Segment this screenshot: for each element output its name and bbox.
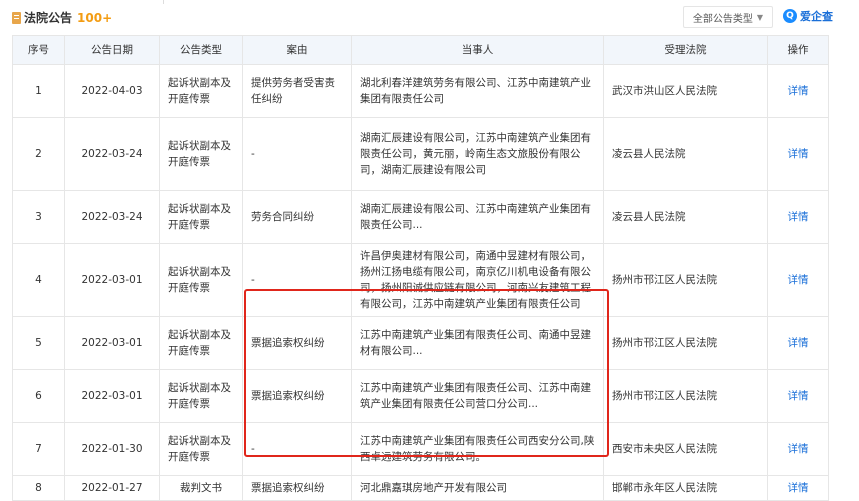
row-court: 凌云县人民法院 <box>603 117 768 191</box>
table-header-row: 序号 公告日期 公告类型 案由 当事人 受理法院 操作 <box>12 35 829 65</box>
row-cause: 劳务合同纠纷 <box>242 190 352 244</box>
table-row: 4 2022-03-01 起诉状副本及开庭传票 - 许昌伊奥建材有限公司，南通中… <box>12 243 829 317</box>
row-no: 8 <box>12 475 65 501</box>
row-parties: 许昌伊奥建材有限公司，南通中昱建材有限公司，扬州江扬电缆有限公司，南京亿川机电设… <box>351 243 604 317</box>
detail-link[interactable]: 详情 <box>767 243 829 317</box>
row-no: 7 <box>12 422 65 476</box>
row-type: 起诉状副本及开庭传票 <box>159 117 243 191</box>
brand-logo: Q 爱企查 <box>783 8 833 24</box>
row-date: 2022-03-01 <box>64 369 160 423</box>
row-cause: - <box>242 422 352 476</box>
row-no: 6 <box>12 369 65 423</box>
row-parties: 江苏中南建筑产业集团有限责任公司、南通中昱建材有限公司... <box>351 316 604 370</box>
row-type: 起诉状副本及开庭传票 <box>159 422 243 476</box>
row-type: 起诉状副本及开庭传票 <box>159 369 243 423</box>
detail-link[interactable]: 详情 <box>767 64 829 118</box>
row-type: 起诉状副本及开庭传票 <box>159 243 243 317</box>
col-header-court: 受理法院 <box>603 35 768 65</box>
row-type: 起诉状副本及开庭传票 <box>159 190 243 244</box>
q-logo-icon: Q <box>783 9 797 23</box>
row-type: 起诉状副本及开庭传票 <box>159 64 243 118</box>
table-row: 2 2022-03-24 起诉状副本及开庭传票 - 湖南汇辰建设有限公司，江苏中… <box>12 117 829 191</box>
row-date: 2022-04-03 <box>64 64 160 118</box>
row-cause: 票据追索权纠纷 <box>242 475 352 501</box>
table-row: 3 2022-03-24 起诉状副本及开庭传票 劳务合同纠纷 湖南汇辰建设有限公… <box>12 190 829 244</box>
row-court: 邯郸市永年区人民法院 <box>603 475 768 501</box>
row-date: 2022-03-01 <box>64 316 160 370</box>
row-court: 扬州市邗江区人民法院 <box>603 243 768 317</box>
row-no: 1 <box>12 64 65 118</box>
table-row: 5 2022-03-01 起诉状副本及开庭传票 票据追索权纠纷 江苏中南建筑产业… <box>12 316 829 370</box>
row-court: 凌云县人民法院 <box>603 190 768 244</box>
col-header-cause: 案由 <box>242 35 352 65</box>
row-date: 2022-01-30 <box>64 422 160 476</box>
table-row: 8 2022-01-27 裁判文书 票据追索权纠纷 河北鼎嘉琪房地产开发有限公司… <box>12 475 829 501</box>
row-court: 扬州市邗江区人民法院 <box>603 369 768 423</box>
row-no: 5 <box>12 316 65 370</box>
table-row: 7 2022-01-30 起诉状副本及开庭传票 - 江苏中南建筑产业集团有限责任… <box>12 422 829 476</box>
row-no: 3 <box>12 190 65 244</box>
detail-link[interactable]: 详情 <box>767 422 829 476</box>
col-header-parties: 当事人 <box>351 35 604 65</box>
document-icon <box>12 11 21 24</box>
section-title: 法院公告 100+ <box>12 9 112 26</box>
col-header-type: 公告类型 <box>159 35 243 65</box>
col-header-action: 操作 <box>767 35 829 65</box>
row-date: 2022-03-24 <box>64 117 160 191</box>
row-date: 2022-01-27 <box>64 475 160 501</box>
court-announcement-table: 序号 公告日期 公告类型 案由 当事人 受理法院 操作 1 2022-04-03… <box>12 35 829 501</box>
row-cause: 提供劳务者受害责任纠纷 <box>242 64 352 118</box>
row-no: 4 <box>12 243 65 317</box>
divider <box>163 0 164 4</box>
row-cause: 票据追索权纠纷 <box>242 316 352 370</box>
detail-link[interactable]: 详情 <box>767 316 829 370</box>
detail-link[interactable]: 详情 <box>767 117 829 191</box>
row-type: 起诉状副本及开庭传票 <box>159 316 243 370</box>
row-cause: 票据追索权纠纷 <box>242 369 352 423</box>
table-row: 1 2022-04-03 起诉状副本及开庭传票 提供劳务者受害责任纠纷 湖北利春… <box>12 64 829 118</box>
type-select-value: 全部公告类型 <box>692 13 753 25</box>
table-row: 6 2022-03-01 起诉状副本及开庭传票 票据追索权纠纷 江苏中南建筑产业… <box>12 369 829 423</box>
chevron-down-icon: ▼ <box>756 12 764 22</box>
row-parties: 江苏中南建筑产业集团有限责任公司西安分公司,陕西卓远建筑劳务有限公司。 <box>351 422 604 476</box>
row-court: 扬州市邗江区人民法院 <box>603 316 768 370</box>
page-title: 法院公告 <box>24 11 73 25</box>
row-cause: - <box>242 243 352 317</box>
brand-name: 爱企查 <box>800 10 833 23</box>
row-date: 2022-03-24 <box>64 190 160 244</box>
row-no: 2 <box>12 117 65 191</box>
detail-link[interactable]: 详情 <box>767 475 829 501</box>
row-court: 西安市未央区人民法院 <box>603 422 768 476</box>
row-cause: - <box>242 117 352 191</box>
row-parties: 湖北利春洋建筑劳务有限公司、江苏中南建筑产业集团有限责任公司 <box>351 64 604 118</box>
count-badge: 100+ <box>77 10 113 25</box>
detail-link[interactable]: 详情 <box>767 369 829 423</box>
col-header-date: 公告日期 <box>64 35 160 65</box>
detail-link[interactable]: 详情 <box>767 190 829 244</box>
row-parties: 湖南汇辰建设有限公司、江苏中南建筑产业集团有限责任公司... <box>351 190 604 244</box>
row-date: 2022-03-01 <box>64 243 160 317</box>
section-header: 法院公告 100+ 全部公告类型 ▼ Q 爱企查 <box>0 0 859 34</box>
row-parties: 江苏中南建筑产业集团有限责任公司、江苏中南建筑产业集团有限责任公司营口分公司..… <box>351 369 604 423</box>
row-parties: 河北鼎嘉琪房地产开发有限公司 <box>351 475 604 501</box>
col-header-no: 序号 <box>12 35 65 65</box>
announcement-type-select[interactable]: 全部公告类型 ▼ <box>683 6 773 28</box>
row-parties: 湖南汇辰建设有限公司，江苏中南建筑产业集团有限责任公司，黄元丽，岭南生态文旅股份… <box>351 117 604 191</box>
row-type: 裁判文书 <box>159 475 243 501</box>
row-court: 武汉市洪山区人民法院 <box>603 64 768 118</box>
